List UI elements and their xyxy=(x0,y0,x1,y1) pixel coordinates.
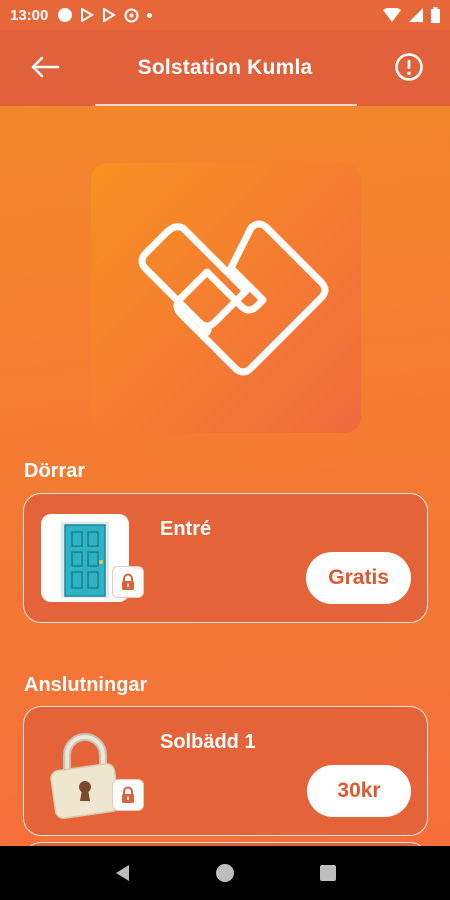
page-title: Solstation Kumla xyxy=(137,56,313,79)
lock-icon xyxy=(122,786,134,803)
arrow-left-icon[interactable] xyxy=(28,52,62,82)
lock-icon xyxy=(122,573,134,590)
nav-recents-icon[interactable] xyxy=(316,861,340,885)
more-notifications-icon xyxy=(147,12,153,18)
heart-logo-icon xyxy=(138,220,329,376)
battery-icon xyxy=(431,7,440,23)
system-icons xyxy=(383,7,440,23)
price-button[interactable]: 30kr xyxy=(307,765,411,817)
notification-icons xyxy=(58,8,153,23)
system-nav-bar xyxy=(0,846,450,900)
app-bar: Solstation Kumla xyxy=(0,30,450,106)
info-icon[interactable] xyxy=(394,52,424,82)
play-store-icon xyxy=(103,8,117,22)
section-title-doors: Dörrar xyxy=(24,460,86,482)
door-name: Entré xyxy=(160,518,212,540)
section-title-connections: Anslutningar xyxy=(24,674,148,696)
brand-logo xyxy=(91,163,361,433)
connection-name: Solbädd 1 xyxy=(160,731,256,753)
sync-icon xyxy=(124,8,139,22)
price-button[interactable]: Gratis xyxy=(306,552,411,604)
nav-home-icon[interactable] xyxy=(213,861,237,885)
door-card-entre[interactable]: Entré Gratis xyxy=(23,493,428,623)
tab-indicator xyxy=(95,104,357,106)
nav-back-icon[interactable] xyxy=(110,861,134,885)
lock-badge xyxy=(112,566,144,598)
status-bar: 13:00 xyxy=(0,0,450,30)
status-time: 13:00 xyxy=(10,6,49,24)
lock-badge xyxy=(112,779,144,811)
connection-card-solbadd-1[interactable]: Solbädd 1 30kr xyxy=(23,706,428,836)
notification-dot-icon xyxy=(58,8,73,22)
play-store-icon xyxy=(81,8,95,22)
wifi-icon xyxy=(383,8,401,22)
signal-icon xyxy=(409,8,423,22)
